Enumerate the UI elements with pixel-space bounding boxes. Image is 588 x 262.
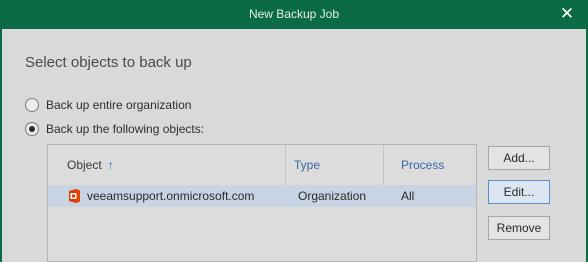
- add-button[interactable]: Add...: [488, 146, 550, 170]
- table-header: Object ↑ Type Process: [48, 145, 476, 185]
- remove-button[interactable]: Remove: [488, 216, 550, 240]
- table-row[interactable]: veeamsupport.onmicrosoft.com Organizatio…: [48, 185, 476, 207]
- page-heading: Select objects to back up: [25, 54, 192, 71]
- edit-button[interactable]: Edit...: [488, 180, 550, 204]
- window-title: New Backup Job: [248, 7, 340, 21]
- cell-process: All: [401, 189, 415, 203]
- radio-label: Back up entire organization: [46, 98, 192, 112]
- objects-table: Object ↑ Type Process veeamsupport.onmicr…: [47, 144, 477, 262]
- dialog-content: Select objects to back up Back up entire…: [2, 29, 586, 262]
- cell-object: veeamsupport.onmicrosoft.com: [67, 185, 254, 207]
- column-header-type[interactable]: Type: [286, 145, 384, 185]
- office365-icon: [69, 189, 80, 203]
- column-header-label: Object: [67, 158, 102, 172]
- radio-button[interactable]: [25, 98, 39, 112]
- column-header-process[interactable]: Process: [384, 145, 476, 185]
- title-bar: New Backup Job ✕: [0, 0, 588, 29]
- close-icon[interactable]: ✕: [556, 3, 578, 25]
- radio-button[interactable]: [25, 122, 39, 136]
- cell-type: Organization: [298, 189, 367, 203]
- sort-ascending-icon: ↑: [107, 158, 114, 172]
- radio-following-objects[interactable]: Back up the following objects:: [25, 120, 204, 138]
- radio-label: Back up the following objects:: [46, 122, 205, 136]
- column-header-object[interactable]: Object ↑: [48, 145, 286, 185]
- radio-entire-organization[interactable]: Back up entire organization: [25, 96, 191, 114]
- object-name: veeamsupport.onmicrosoft.com: [87, 189, 255, 203]
